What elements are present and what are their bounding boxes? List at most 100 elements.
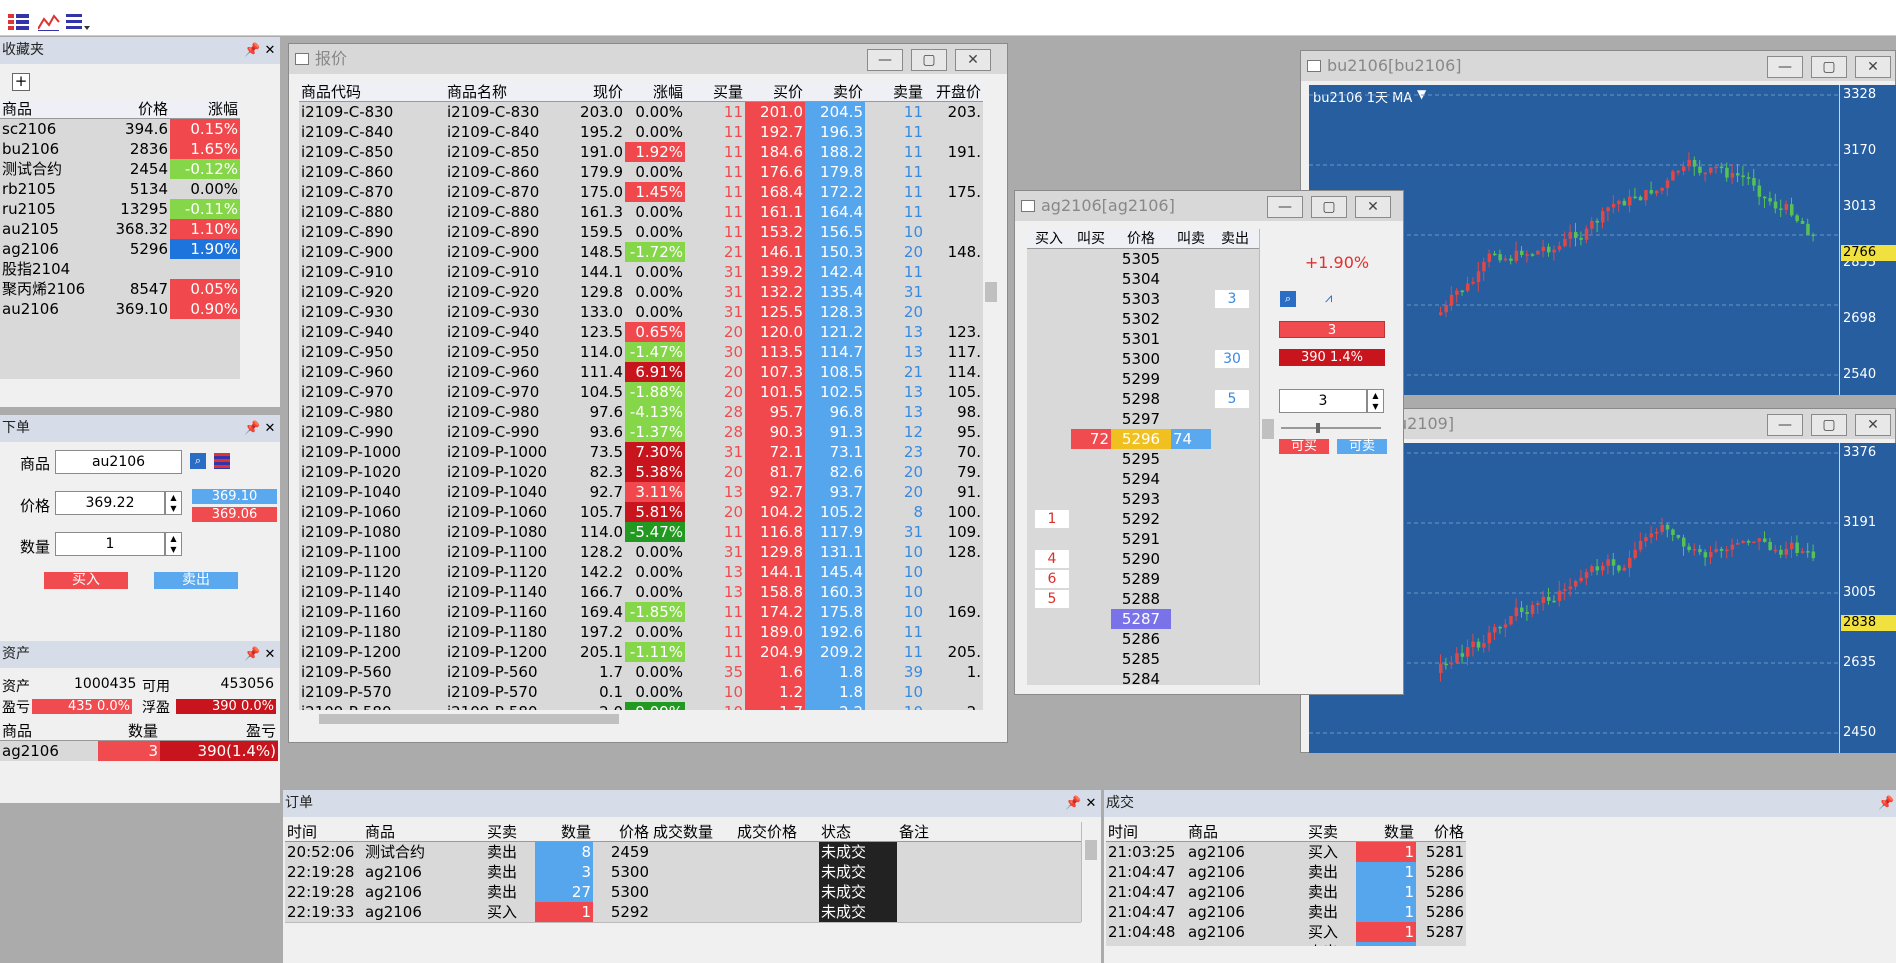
depth-row[interactable]: 5295 — [1027, 449, 1259, 469]
candle-body[interactable] — [1579, 237, 1583, 240]
qty-stepper[interactable]: ▲ ▼ — [165, 532, 182, 556]
candle-body[interactable] — [1676, 535, 1681, 538]
can-buy-button[interactable]: 可买 — [1279, 439, 1329, 454]
product-input[interactable]: au2106 — [55, 450, 182, 474]
col-header[interactable]: 盈亏 — [160, 721, 278, 741]
candle-body[interactable] — [1644, 190, 1648, 201]
order-row[interactable]: 20:52:06 测试合约 卖出 8 2459 未成交 — [285, 842, 1081, 862]
col-header[interactable]: 状态 — [819, 822, 897, 842]
col-header[interactable]: 价格 — [1416, 822, 1466, 842]
search-icon[interactable]: ⌕ — [1280, 291, 1296, 307]
candle-body[interactable] — [1487, 632, 1492, 644]
candle-body[interactable] — [1719, 548, 1724, 551]
qty-input[interactable]: 3 — [1279, 389, 1367, 413]
candle-body[interactable] — [1800, 551, 1805, 553]
candle-body[interactable] — [1725, 549, 1729, 552]
quote-row[interactable]: i2109-P-1040 i2109-P-1040 92.7 3.11% 13 92.7 9… — [299, 482, 983, 502]
bid-order[interactable]: 5 — [1035, 590, 1069, 608]
favorite-row[interactable]: au2106 369.10 0.90% — [0, 299, 240, 319]
bid-order[interactable]: 1 — [1035, 510, 1069, 528]
quote-row[interactable]: i2109-C-990 i2109-C-990 93.6 -1.37% 28 90.3 91… — [299, 422, 983, 442]
search-icon[interactable]: ⌕ — [190, 453, 206, 469]
pin-icon[interactable]: 📌 — [244, 37, 260, 64]
grid-icon[interactable] — [8, 13, 30, 31]
candle-body[interactable] — [1568, 232, 1573, 239]
candle-body[interactable] — [1563, 238, 1567, 247]
quote-row[interactable]: i2109-C-840 i2109-C-840 195.2 0.00% 11 192.7 1… — [299, 122, 983, 142]
candle-body[interactable] — [1444, 305, 1448, 313]
quote-row[interactable]: i2109-C-890 i2109-C-890 159.5 0.00% 11 153.2 1… — [299, 222, 983, 242]
close-icon[interactable]: ✕ — [262, 641, 278, 668]
candle-body[interactable] — [1649, 190, 1654, 194]
candle-body[interactable] — [1460, 653, 1465, 657]
col-header[interactable]: 买卖 — [1306, 822, 1356, 842]
candle-body[interactable] — [1476, 271, 1481, 282]
candle-body[interactable] — [1557, 246, 1562, 250]
col-header[interactable]: 商品 — [363, 822, 485, 842]
close-button[interactable]: ✕ — [1855, 414, 1891, 436]
candle-body[interactable] — [1800, 220, 1805, 224]
candle-body[interactable] — [1574, 232, 1578, 238]
candle-body[interactable] — [1692, 159, 1697, 167]
bid-price[interactable]: 369.06 — [192, 507, 277, 522]
depth-row[interactable]: 5298 5 — [1027, 389, 1259, 409]
pin-icon[interactable]: 📌 — [1878, 790, 1894, 817]
depth-row[interactable]: 5287 — [1027, 609, 1259, 629]
candle-body[interactable] — [1746, 540, 1751, 543]
candle-body[interactable] — [1806, 223, 1810, 235]
candle-body[interactable] — [1779, 208, 1783, 210]
candle-body[interactable] — [1568, 586, 1573, 590]
candle-body[interactable] — [1698, 549, 1702, 553]
candle-body[interactable] — [1444, 663, 1448, 666]
favorite-row[interactable]: ru2105 13295 -0.11% — [0, 199, 240, 219]
candle-body[interactable] — [1665, 180, 1670, 188]
candle-body[interactable] — [1773, 549, 1778, 552]
maximize-button[interactable]: ▢ — [1811, 414, 1847, 436]
candle-body[interactable] — [1719, 166, 1724, 169]
col-header[interactable]: 商品 — [0, 99, 98, 119]
position-row[interactable]: ag2106 3 390(1.4%) — [0, 741, 278, 761]
quote-row[interactable]: i2109-C-880 i2109-C-880 161.3 0.00% 11 161.1 1… — [299, 202, 983, 222]
col-header[interactable]: 开盘价 — [925, 82, 983, 102]
horizontal-scrollbar[interactable] — [299, 710, 983, 728]
candle-body[interactable] — [1736, 542, 1740, 545]
candle-body[interactable] — [1768, 541, 1772, 550]
candle-body[interactable] — [1784, 204, 1789, 210]
col-header[interactable]: 商品 — [0, 721, 98, 741]
candle-body[interactable] — [1709, 551, 1713, 558]
candle-body[interactable] — [1498, 626, 1502, 629]
trade-row[interactable]: 21:04:47 ag2106 卖出 1 5286 — [1106, 882, 1466, 902]
depth-row[interactable]: 5301 — [1027, 329, 1259, 349]
favorite-row[interactable]: sc2106 394.6 0.15% — [0, 119, 240, 139]
bid-order[interactable]: 4 — [1035, 550, 1069, 568]
trade-row[interactable]: 21:04:48ag2106卖出15287 — [1106, 942, 1466, 946]
order-row[interactable]: 22:19:28 ag2106 卖出 27 5300 未成交 — [285, 882, 1081, 902]
quote-row[interactable]: i2109-C-900 i2109-C-900 148.5 -1.72% 21 146.1… — [299, 242, 983, 262]
trade-row[interactable]: 21:03:25 ag2106 买入 1 5281 — [1106, 842, 1466, 862]
candle-body[interactable] — [1536, 250, 1540, 255]
col-header[interactable]: 涨幅 — [625, 82, 685, 102]
candle-body[interactable] — [1655, 531, 1659, 534]
col-header[interactable]: 卖量 — [865, 82, 925, 102]
candle-body[interactable] — [1455, 653, 1459, 663]
candle-body[interactable] — [1638, 196, 1643, 201]
ask-order[interactable]: 3 — [1215, 290, 1249, 308]
favorite-row[interactable]: 聚丙烯2106 8547 0.05% — [0, 279, 240, 299]
quote-row[interactable]: i2109-C-950 i2109-C-950 114.0 -1.47% 30 113.5… — [299, 342, 983, 362]
trade-row[interactable]: 21:04:47 ag2106 卖出 1 5286 — [1106, 862, 1466, 882]
candle-body[interactable] — [1773, 201, 1778, 209]
candle-body[interactable] — [1795, 542, 1799, 553]
candle-body[interactable] — [1493, 626, 1497, 633]
candle-body[interactable] — [1730, 173, 1735, 178]
favorite-row[interactable]: 测试合约 2454 -0.12% — [0, 159, 240, 179]
candle-body[interactable] — [1439, 312, 1443, 315]
candle-body[interactable] — [1763, 196, 1767, 199]
candle-body[interactable] — [1790, 542, 1794, 549]
candle-body[interactable] — [1584, 228, 1589, 240]
candle-body[interactable] — [1763, 538, 1767, 542]
quote-row[interactable]: i2109-C-980 i2109-C-980 97.6 -4.13% 28 95.7 96… — [299, 402, 983, 422]
candle-body[interactable] — [1622, 200, 1627, 206]
candle-body[interactable] — [1579, 577, 1583, 581]
candle-body[interactable] — [1682, 537, 1686, 547]
quote-row[interactable]: i2109-P-1200 i2109-P-1200 205.1 -1.11% 11 204… — [299, 642, 983, 662]
